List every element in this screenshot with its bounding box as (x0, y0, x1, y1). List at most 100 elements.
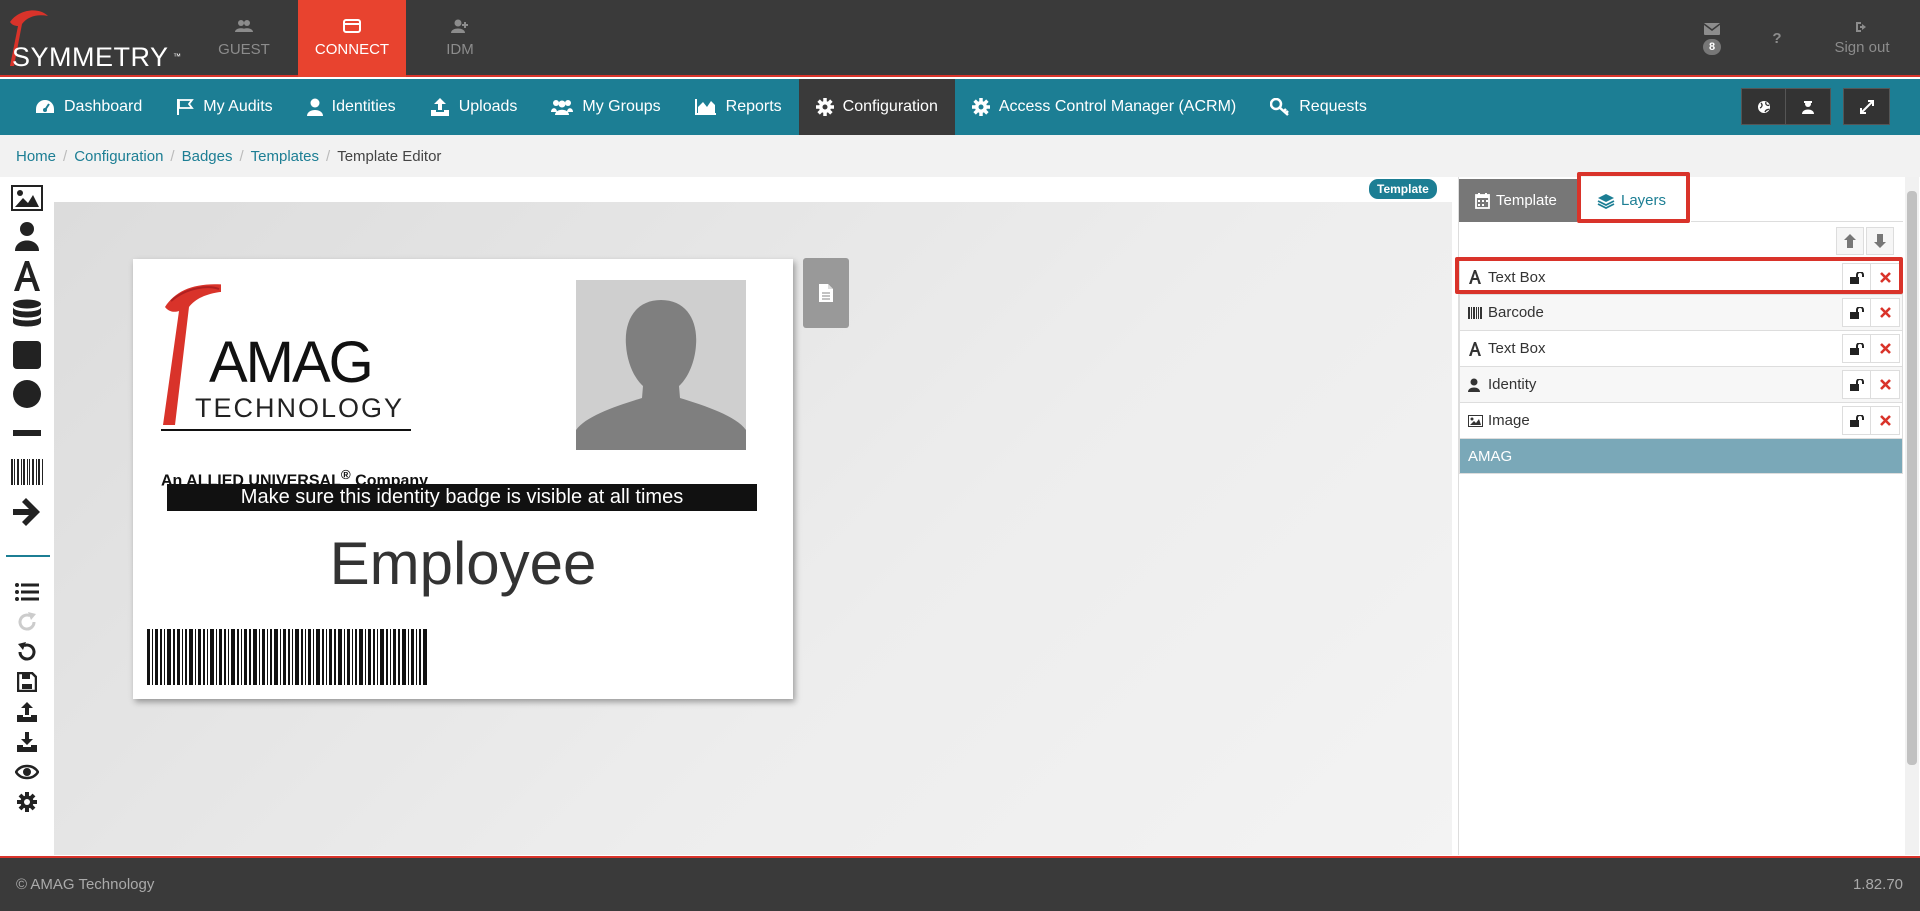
editor-toolbar (0, 177, 54, 857)
lock-layer-button[interactable] (1842, 370, 1871, 399)
module-connect[interactable]: CONNECT (298, 0, 406, 77)
layer-order-controls (1836, 227, 1894, 255)
role-text[interactable]: Employee (133, 529, 793, 598)
breadcrumb-configuration[interactable]: Configuration (74, 148, 163, 165)
nav-dashboard-label: Dashboard (64, 98, 143, 115)
lock-layer-button[interactable] (1842, 298, 1871, 327)
module-nav: GUEST CONNECT IDM (190, 0, 514, 77)
identity-photo-placeholder[interactable] (576, 280, 746, 450)
breadcrumb-separator: / (239, 147, 244, 165)
delete-layer-button[interactable] (1871, 298, 1900, 327)
envelope-icon (1704, 22, 1720, 35)
move-layer-down-button[interactable] (1866, 227, 1894, 255)
tab-template[interactable]: Template (1459, 179, 1577, 222)
layer-item[interactable]: Text Box (1459, 331, 1903, 367)
layer-item[interactable]: Identity (1459, 367, 1903, 403)
nav-my-audits-label: My Audits (203, 98, 273, 115)
breadcrumb-home[interactable]: Home (16, 148, 56, 165)
settings-tool[interactable] (10, 785, 44, 819)
globe-button[interactable] (1741, 88, 1786, 125)
messages-button[interactable]: 8 (1692, 22, 1732, 55)
nav-access-control-manager-label: Access Control Manager (ACRM) (998, 98, 1237, 115)
fullscreen-button[interactable] (1843, 88, 1890, 125)
sign-out-icon (1856, 22, 1866, 32)
module-guest[interactable]: GUEST (190, 0, 298, 77)
layer-group-header[interactable]: AMAG (1459, 439, 1903, 474)
add-rectangle-tool[interactable] (10, 338, 44, 372)
add-circle-tool[interactable] (10, 377, 44, 411)
card-side-toggle-button[interactable] (803, 258, 849, 328)
nav-identities[interactable]: Identities (290, 79, 413, 135)
redo-tool[interactable] (10, 605, 44, 639)
lock-layer-button[interactable] (1842, 334, 1871, 363)
line-icon (13, 430, 41, 436)
module-guest-label: GUEST (218, 41, 270, 58)
amag-logo[interactable]: AMAG TECHNOLOGY An ALLIED UNIVERSAL® Com… (161, 277, 428, 489)
add-barcode-tool[interactable] (10, 455, 44, 489)
nav-my-groups-label: My Groups (582, 98, 661, 115)
nav-configuration-label: Configuration (842, 98, 938, 115)
breadcrumb-templates[interactable]: Templates (251, 148, 319, 165)
add-identity-tool[interactable] (10, 219, 44, 253)
preview-tool[interactable] (10, 755, 44, 789)
close-icon (1879, 379, 1891, 390)
help-button[interactable]: ? (1762, 30, 1792, 47)
add-database-field-tool[interactable] (10, 298, 44, 332)
text-icon (14, 261, 40, 291)
download-tool[interactable] (10, 725, 44, 759)
symmetry-logo[interactable]: SYMMETRY ™ (8, 8, 181, 72)
group-icon (551, 100, 574, 115)
nav-configuration[interactable]: Configuration (798, 79, 955, 135)
nav-reports[interactable]: Reports (678, 79, 799, 135)
users-icon (235, 20, 253, 32)
layers-list-tool[interactable] (10, 575, 44, 609)
globe-icon (1757, 100, 1770, 113)
scrollbar-thumb[interactable] (1907, 191, 1917, 765)
delete-layer-button[interactable] (1871, 406, 1900, 435)
delete-layer-button[interactable] (1871, 334, 1900, 363)
gear-icon (971, 98, 990, 116)
move-layer-up-button[interactable] (1836, 227, 1864, 255)
eye-icon (15, 764, 39, 780)
save-tool[interactable] (10, 665, 44, 699)
badge-barcode[interactable] (147, 629, 429, 690)
panel-scrollbar[interactable] (1905, 177, 1919, 855)
nav-dashboard[interactable]: Dashboard (18, 79, 159, 135)
layer-item[interactable]: Barcode (1459, 295, 1903, 331)
profile-button[interactable] (1786, 88, 1831, 125)
top-header: SYMMETRY ™ GUEST CONNECT IDM 8 ? Sign ou… (0, 0, 1920, 77)
gear-icon (815, 98, 834, 116)
nav-requests[interactable]: Requests (1253, 79, 1384, 135)
nav-my-groups[interactable]: My Groups (534, 79, 677, 135)
unlock-icon (1849, 414, 1864, 427)
module-idm[interactable]: IDM (406, 0, 514, 77)
add-line-tool[interactable] (10, 416, 44, 450)
layer-item[interactable]: Image (1459, 403, 1903, 439)
nav-my-audits[interactable]: My Audits (159, 79, 289, 135)
allied-registered-mark: ® (340, 467, 351, 482)
breadcrumb-separator: / (63, 147, 68, 165)
add-image-tool[interactable] (10, 181, 44, 215)
undo-tool[interactable] (10, 635, 44, 669)
nav-uploads-label: Uploads (458, 98, 518, 115)
layer-label: Identity (1488, 376, 1537, 393)
add-arrow-tool[interactable] (10, 495, 44, 529)
user-secret-icon (1802, 100, 1814, 114)
visibility-banner[interactable]: Make sure this identity badge is visible… (167, 484, 757, 511)
message-count-badge: 8 (1702, 38, 1722, 55)
square-icon (13, 341, 41, 369)
add-text-tool[interactable] (10, 259, 44, 293)
badge-card[interactable]: AMAG TECHNOLOGY An ALLIED UNIVERSAL® Com… (133, 259, 793, 699)
tab-template-label: Template (1496, 192, 1557, 209)
nav-access-control-manager[interactable]: Access Control Manager (ACRM) (955, 79, 1253, 135)
lock-layer-button[interactable] (1842, 406, 1871, 435)
nav-uploads[interactable]: Uploads (413, 79, 535, 135)
sign-out-button[interactable]: Sign out (1822, 21, 1902, 56)
breadcrumb-badges[interactable]: Badges (182, 148, 233, 165)
delete-layer-button[interactable] (1871, 370, 1900, 399)
module-idm-label: IDM (446, 41, 474, 58)
dashboard-icon (36, 100, 54, 113)
close-icon (1879, 415, 1891, 426)
upload-tool[interactable] (10, 695, 44, 729)
undo-icon (18, 642, 36, 661)
